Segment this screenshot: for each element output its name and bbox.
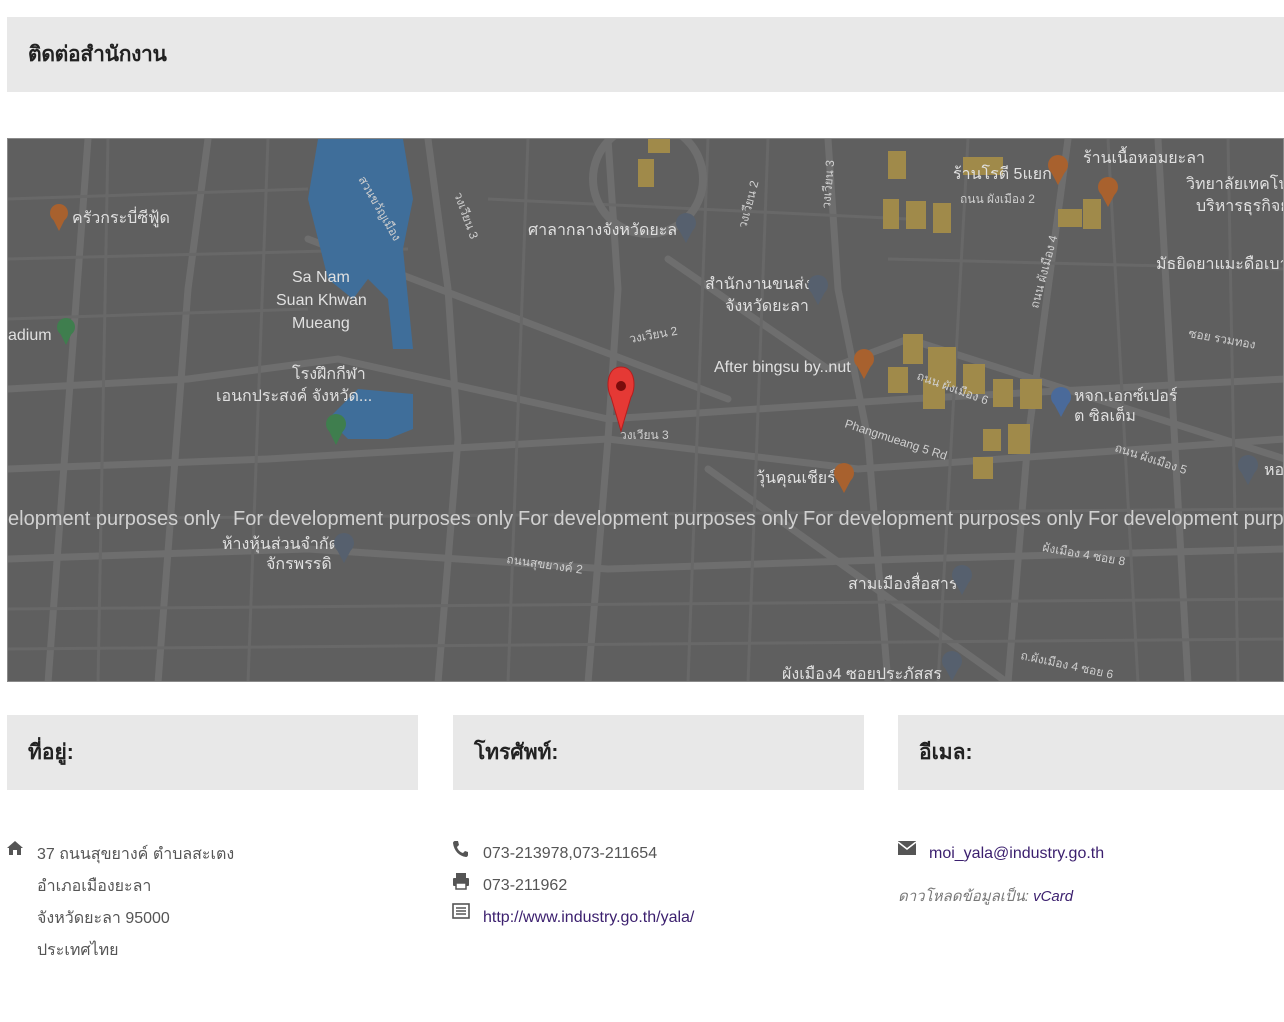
restaurant-marker-icon[interactable]	[834, 463, 854, 493]
email-heading: อีเมล:	[919, 741, 973, 764]
map-label: วิทยาลัยเทคโน	[1186, 174, 1284, 193]
vcard-link[interactable]: vCard	[1033, 888, 1073, 905]
map-label: ร้านโรตี 5แยก	[953, 164, 1052, 183]
map-label: สามเมืองสื่อสาร	[848, 572, 958, 593]
map-label: Sa Nam	[292, 269, 350, 286]
fax-icon	[452, 872, 472, 892]
map-label: หอ	[1264, 462, 1284, 479]
map-road-label: ถนน ผังเมือง 2	[960, 192, 1035, 206]
map-watermark: elopment purposes only	[8, 508, 220, 530]
map-label: Suan Khwan	[276, 292, 367, 309]
phone-heading: โทรศัพท์:	[474, 741, 559, 764]
map-label: หจก.เอกซ์เปอร์	[1074, 386, 1178, 405]
map-label: ผังเมือง4 ซอยประภัสสร	[782, 665, 942, 682]
map-road-label: Phangmueang 5 Rd	[843, 417, 949, 463]
address-line: อำเภอเมืองยะลา	[37, 877, 152, 895]
email-link[interactable]: moi_yala@industry.go.th	[929, 845, 1104, 863]
map-road-label: วงเวียน 3	[620, 428, 669, 442]
map-label: วุ้นคุณเชียร์	[756, 468, 836, 488]
map-label: มัธยิดยาแมะดือเบาะ	[1156, 255, 1284, 273]
address-line: 37 ถนนสุขยางค์ ตำบลสะเตง	[37, 845, 235, 863]
vcard-row: ดาวโหลดข้อมูลเป็น: vCard	[898, 880, 1073, 912]
map-label: จังหวัดยะลา	[725, 298, 809, 315]
map-label: Mueang	[292, 315, 350, 332]
map-label: ร้านเนื้อหอมยะลา	[1083, 146, 1205, 167]
shop-marker-icon[interactable]	[1051, 387, 1071, 417]
map-canvas[interactable]: elopment purposes only For development p…	[8, 139, 1284, 682]
page-title: ติดต่อสำนักงาน	[28, 43, 167, 66]
map-label: สำนักงานขนส่ง	[705, 276, 812, 293]
address-heading: ที่อยู่:	[28, 741, 74, 764]
place-marker-icon[interactable]	[1238, 455, 1258, 485]
map-label: ห้างหุ้นส่วนจำกัด	[222, 535, 339, 554]
map-label: adium	[8, 327, 52, 344]
address-line: จังหวัดยะลา 95000	[37, 909, 170, 927]
map-label: จักรพรรดิ	[266, 556, 332, 573]
address-line: ประเทศไทย	[37, 941, 119, 959]
map-watermark: For development purposes	[1088, 508, 1284, 530]
map-road-label: ซอย รวมทอง	[1187, 326, 1256, 352]
map-watermark: For development purposes only	[518, 508, 798, 530]
envelope-icon	[897, 841, 918, 861]
map-label: เอนกประสงค์ จังหวัด...	[216, 386, 372, 405]
website-link[interactable]: http://www.industry.go.th/yala/	[483, 909, 694, 927]
map-watermark: For development purposes only	[233, 508, 513, 530]
website-icon	[452, 903, 472, 923]
email-header: อีเมล:	[898, 715, 1284, 790]
map-road-label: ถ.ผังเมือง 4 ซอย 6	[1019, 648, 1114, 681]
map-road-label: วงเวียน 2	[735, 179, 761, 230]
place-marker-icon[interactable]	[334, 533, 354, 563]
map-label: After bingsu by..nut	[714, 359, 851, 376]
email-block: moi_yala@industry.go.th	[929, 838, 1104, 870]
phone-header: โทรศัพท์:	[453, 715, 864, 790]
phone-number: 073-213978,073-211654	[483, 845, 658, 862]
map-road-label: ถนน ผังเมือง 4	[1027, 233, 1060, 309]
phone-icon	[452, 840, 472, 860]
vcard-prefix: ดาวโหลดข้อมูลเป็น:	[898, 888, 1029, 905]
map-label: บริหารธุรกิจย	[1196, 198, 1284, 216]
address-header: ที่อยู่:	[7, 715, 418, 790]
map-road-label: วงเวียน 2	[628, 324, 679, 346]
phone-block: 073-213978,073-211654 073-211962 http://…	[483, 838, 694, 934]
map-label: ศาลากลางจังหวัดยะลา	[528, 222, 686, 239]
government-marker-icon[interactable]	[808, 275, 828, 305]
page-header: ติดต่อสำนักงาน	[7, 17, 1284, 92]
map-label: โรงฝึกกีฬา	[292, 364, 366, 383]
government-marker-icon[interactable]	[942, 651, 962, 681]
sports-marker-icon[interactable]	[326, 414, 346, 445]
map-road-label: ผังเมือง 4 ซอย 8	[1041, 540, 1126, 568]
map-label: ครัวกระบี่ซีฟู้ด	[72, 206, 170, 228]
home-icon	[6, 840, 26, 860]
map[interactable]: elopment purposes only For development p…	[7, 138, 1284, 682]
restaurant-marker-icon[interactable]	[50, 204, 68, 231]
map-road-label: ถนนสุขยางค์ 2	[505, 552, 584, 578]
address-block: 37 ถนนสุขยางค์ ตำบลสะเตง อำเภอเมืองยะลา …	[37, 838, 234, 966]
fax-number: 073-211962	[483, 877, 568, 894]
map-road-label: วงเวียน 3	[451, 190, 481, 241]
map-label: ต ซิลเต็ม	[1074, 405, 1136, 425]
map-watermark: For development purposes only	[803, 508, 1083, 530]
